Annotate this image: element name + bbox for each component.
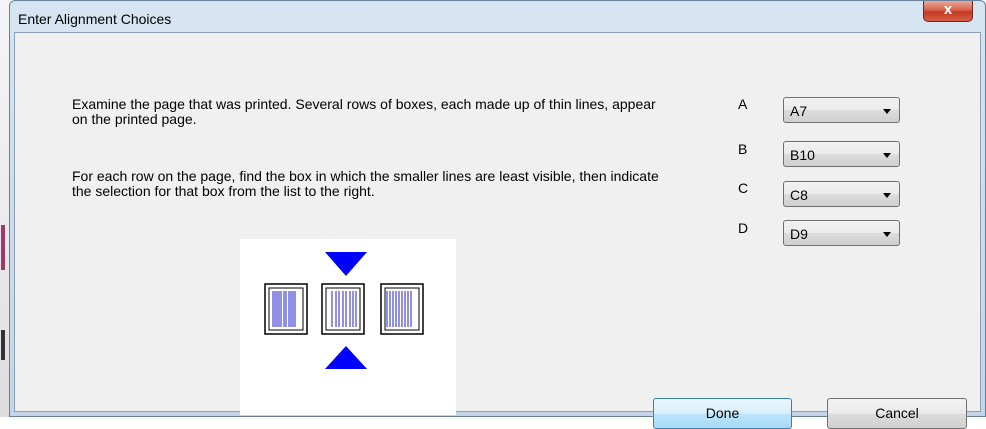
instruction-text-1: Examine the page that was printed. Sever… bbox=[72, 96, 656, 127]
title-bar[interactable]: Enter Alignment Choices x bbox=[10, 1, 985, 31]
chevron-down-icon bbox=[883, 109, 891, 114]
choice-select-d[interactable]: D9 bbox=[783, 220, 900, 246]
close-button[interactable]: x bbox=[923, 1, 973, 22]
close-icon: x bbox=[943, 1, 953, 18]
choice-label-a: A bbox=[738, 96, 748, 112]
choice-value-d: D9 bbox=[790, 226, 808, 242]
up-arrow-marker-icon bbox=[325, 346, 367, 369]
instruction-text-2: For each row on the page, find the box i… bbox=[72, 168, 659, 199]
chevron-down-icon bbox=[883, 232, 891, 237]
dialog-title: Enter Alignment Choices bbox=[18, 11, 172, 27]
alignment-dialog: Enter Alignment Choices x Examine the pa… bbox=[9, 0, 986, 429]
choice-label-d: D bbox=[738, 220, 749, 236]
pattern-boxes bbox=[264, 283, 424, 335]
choice-value-a: A7 bbox=[790, 103, 808, 119]
background-accent bbox=[1, 225, 5, 270]
choice-value-c: C8 bbox=[790, 187, 808, 203]
choice-label-b: B bbox=[738, 141, 748, 157]
background-accent bbox=[1, 330, 5, 360]
chevron-down-icon bbox=[883, 153, 891, 158]
choice-value-b: B10 bbox=[790, 147, 815, 163]
alignment-pattern-icon bbox=[264, 252, 424, 369]
background-window-edge bbox=[0, 0, 9, 417]
cancel-button[interactable]: Cancel bbox=[827, 398, 967, 429]
done-button[interactable]: Done bbox=[653, 398, 792, 429]
choice-select-c[interactable]: C8 bbox=[783, 181, 900, 207]
dialog-content: Examine the page that was printed. Sever… bbox=[14, 32, 981, 429]
chevron-down-icon bbox=[883, 193, 891, 198]
alignment-pattern-diagram bbox=[240, 239, 456, 415]
down-arrow-marker-icon bbox=[325, 252, 367, 276]
choice-label-c: C bbox=[738, 180, 749, 196]
choice-select-a[interactable]: A7 bbox=[783, 97, 900, 123]
choice-select-b[interactable]: B10 bbox=[783, 141, 900, 167]
